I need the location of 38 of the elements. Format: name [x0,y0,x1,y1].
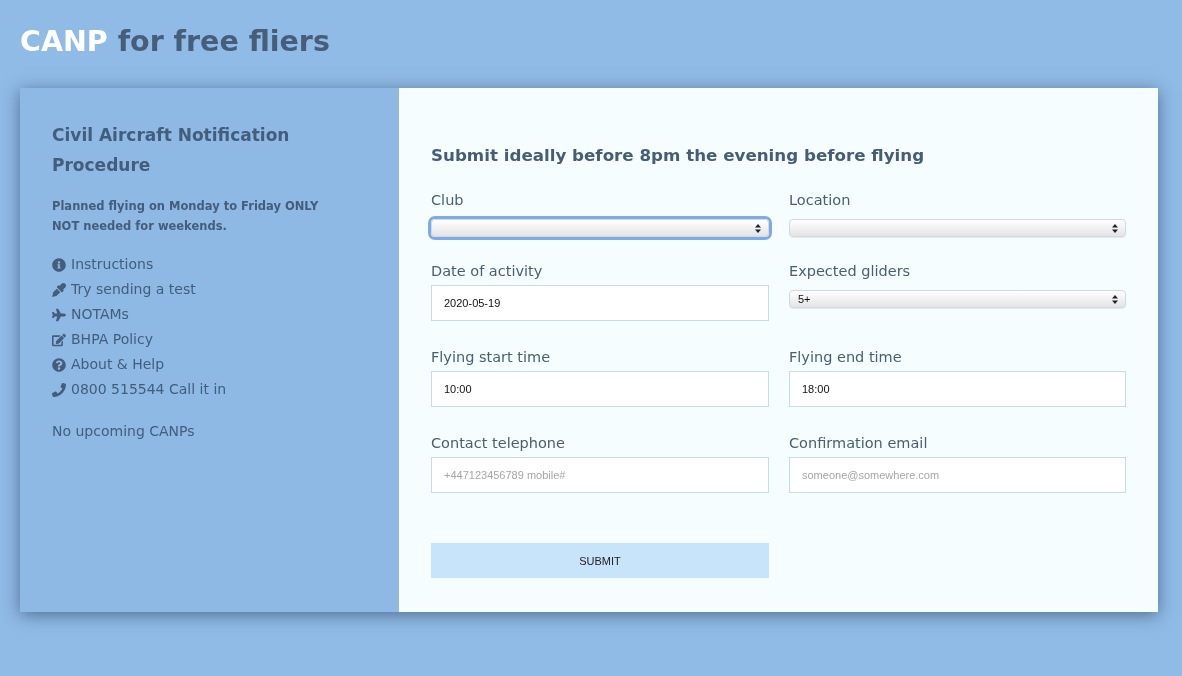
notice-text: NOT needed for weekends. [52,218,228,235]
eyedropper-icon [52,282,66,297]
input-field[interactable]: +447123456789 mobile# [431,457,769,493]
field-label: Expected gliders [789,262,912,281]
sidebar-link[interactable]: BHPA Policy [52,327,153,352]
field-label: Flying end time [789,348,903,367]
status-text: No upcoming CANPs [52,422,196,441]
input-field[interactable]: 2020-05-19 [431,285,769,321]
form-heading: Submit ideally before 8pm the evening before flying [431,144,926,167]
updown-caret-icon [755,223,761,233]
sidebar-link[interactable]: NOTAMs [52,302,129,327]
notice-text: Planned flying on Monday to Friday ONLY [52,198,320,215]
input-field[interactable]: 10:00 [431,371,769,407]
sidebar-link[interactable]: About & Help [52,352,165,377]
dropdown-field[interactable] [431,219,769,237]
help-icon [52,357,66,372]
phone-icon [52,382,66,397]
updown-caret-icon [1112,294,1118,304]
input-field[interactable]: 18:00 [789,371,1126,407]
dropdown-field[interactable] [789,219,1126,237]
sidebar-link[interactable]: Instructions [52,252,154,277]
field-label: Club [431,191,465,210]
field-label: Contact telephone [431,434,566,453]
site-title: CANP for free fliers [20,24,330,60]
updown-caret-icon [1112,223,1118,233]
info-icon [52,257,66,272]
edit-icon [52,332,66,347]
field-label: Location [789,191,852,210]
plane-icon [52,307,66,322]
dropdown-field[interactable]: 5+ [789,290,1126,308]
input-field[interactable]: someone@somewhere.com [789,457,1126,493]
sidebar-link[interactable]: Try sending a test [52,277,196,302]
sidebar-heading: Civil Aircraft Notification Procedure [52,124,291,177]
submit-button[interactable]: SUBMIT [431,543,769,578]
field-label: Flying start time [431,348,552,367]
sidebar-link[interactable]: 0800 515544 Call it in [52,377,227,402]
field-label: Confirmation email [789,434,929,453]
field-label: Date of activity [431,262,544,281]
